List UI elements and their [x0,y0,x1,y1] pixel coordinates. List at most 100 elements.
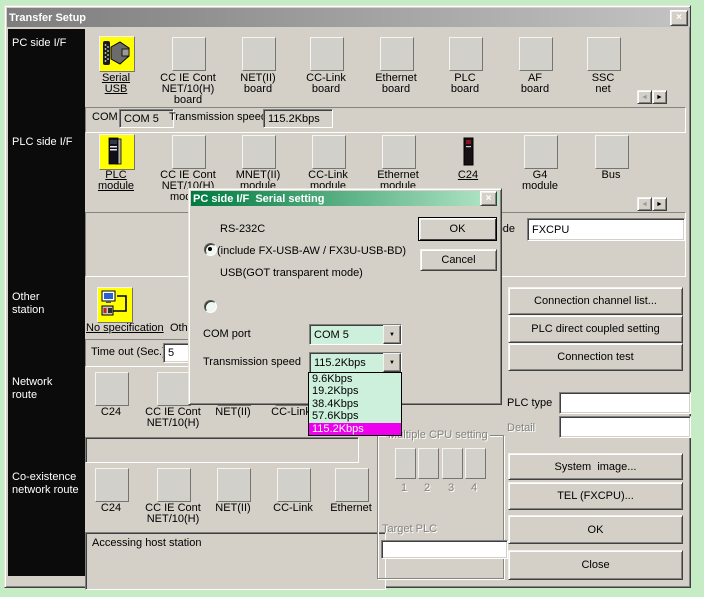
interface-tile[interactable] [95,372,129,406]
speed-option[interactable]: 19.2Kbps [309,385,401,397]
sidebar-item-network-route: Network route [12,376,52,402]
transmission-speed-field: 115.2Kbps [263,109,333,128]
rs232c-note: (include FX-USB-AW / FX3U-USB-BD) [217,245,406,257]
serial-usb-icon[interactable] [99,36,135,72]
sidebar-item-coexistence-route: Co-existence network route [12,471,79,497]
interface-tile[interactable] [172,37,206,71]
sidebar-item-plc-side: PLC side I/F [12,136,73,149]
connection-test-button[interactable]: Connection test [508,343,683,371]
usb-label: USB(GOT transparent mode) [220,267,363,279]
system-image-button[interactable]: System image... [508,453,683,480]
cpu-1-button[interactable] [395,448,416,479]
plc-mode-value-field: FXCPU [527,218,685,241]
interface-tile[interactable] [587,37,621,71]
target-plc-field [381,540,508,559]
speed-option-list: 9.6Kbps 19.2Kbps 38.4Kbps 57.6Kbps 115.2… [308,372,402,436]
rs232c-label: RS-232C [220,223,265,235]
host-station-status-box: Accessing host station [85,532,386,590]
timeout-label: Time out (Sec.) [91,346,166,358]
interface-tile[interactable] [380,37,414,71]
interface-tile[interactable] [277,468,311,502]
plc-type-field [559,392,691,414]
cpu-3-label: 3 [448,482,454,494]
cpu-2-label: 2 [424,482,430,494]
interface-tile[interactable] [242,37,276,71]
cpu-3-button[interactable] [442,448,463,479]
usb-radio[interactable] [204,300,217,313]
interface-tile[interactable] [157,372,191,406]
plc-type-label: PLC type [507,397,552,409]
chevron-down-icon[interactable]: ▼ [383,325,401,344]
com-settings-panel: COM COM 5 Transmission speed 115.2Kbps [85,107,686,133]
interface-tile[interactable] [312,135,346,169]
ok-button[interactable]: OK [508,515,683,544]
plc-module-icon[interactable] [99,134,135,170]
no-specification-option[interactable]: No specification [86,322,164,334]
speed-option[interactable]: 38.4Kbps [309,398,401,410]
chevron-down-icon[interactable]: ▼ [383,353,401,372]
interface-tile[interactable] [449,37,483,71]
scroll-left-icon[interactable]: ◄ [637,90,652,104]
com-value-field: COM 5 [119,109,174,128]
com-port-label: COM port [203,328,251,340]
cpu-4-label: 4 [471,482,477,494]
speed-option[interactable]: 57.6Kbps [309,410,401,422]
host-station-status: Accessing host station [92,537,201,549]
desktop: Transfer Setup × PC side I/F PLC side I/… [0,0,704,597]
detail-field [559,416,691,438]
interface-tile[interactable] [595,135,629,169]
interface-tile[interactable] [310,37,344,71]
close-icon[interactable]: × [670,10,688,26]
plc-row-scroller: ◄ ► [637,197,667,211]
interface-tile[interactable] [95,468,129,502]
scroll-left-icon[interactable]: ◄ [637,197,652,211]
timeout-panel: Time out (Sec.) 5 [85,339,199,367]
speed-combo[interactable]: 115.2Kbps ▼ [309,352,402,373]
interface-tile[interactable] [524,135,558,169]
window-titlebar: Transfer Setup × [7,8,690,27]
pc-row-scroller: ◄ ► [637,90,667,104]
dialog-ok-button[interactable]: OK [418,217,497,241]
plc-direct-coupled-button[interactable]: PLC direct coupled setting [508,315,683,343]
interface-tile[interactable] [157,468,191,502]
tel-fxcpu-button[interactable]: TEL (FXCPU)... [508,482,683,510]
sidebar-item-pc-side: PC side I/F [12,37,66,50]
c24-icon[interactable] [460,135,478,169]
computer-plc-icon [100,289,130,319]
scroll-right-icon[interactable]: ► [652,90,667,104]
sidebar: PC side I/F PLC side I/F Other station N… [8,29,85,576]
speed-option-selected[interactable]: 115.2Kbps [309,423,401,435]
scroll-right-icon[interactable]: ► [652,197,667,211]
com-port-value: COM 5 [310,325,383,344]
detail-label: Detail [507,422,535,434]
dialog-titlebar: PC side I/F Serial setting × [191,191,499,206]
cpu-1-label: 1 [401,482,407,494]
dialog-cancel-button[interactable]: Cancel [420,249,497,271]
interface-tile[interactable] [382,135,416,169]
speed-value: 115.2Kbps [310,353,383,372]
com-label: COM [92,111,118,123]
dialog-speed-label: Transmission speed [203,356,301,368]
network-route-info-box [85,437,359,463]
sidebar-item-other-station: Other station [12,291,44,317]
close-button[interactable]: Close [508,550,683,580]
interface-label[interactable]: SSC net [558,73,648,95]
interface-tile[interactable] [242,135,276,169]
interface-tile[interactable] [217,468,251,502]
interface-tile[interactable] [335,468,369,502]
cpu-2-button[interactable] [418,448,439,479]
interface-tile[interactable] [172,135,206,169]
cpu-4-button[interactable] [465,448,486,479]
transmission-speed-label: Transmission speed [169,111,267,123]
target-plc-label: Target PLC [382,523,437,535]
interface-label[interactable]: Bus [566,170,656,181]
connection-channel-list-button[interactable]: Connection channel list... [508,287,683,315]
interface-tile[interactable] [519,37,553,71]
close-icon[interactable]: × [480,191,497,206]
com-port-combo[interactable]: COM 5 ▼ [309,324,402,345]
rs232c-radio[interactable] [204,243,217,256]
dialog-title: PC side I/F Serial setting [193,193,480,205]
other-station-icon[interactable] [97,287,133,323]
speed-option[interactable]: 9.6Kbps [309,373,401,385]
window-title: Transfer Setup [9,12,670,24]
